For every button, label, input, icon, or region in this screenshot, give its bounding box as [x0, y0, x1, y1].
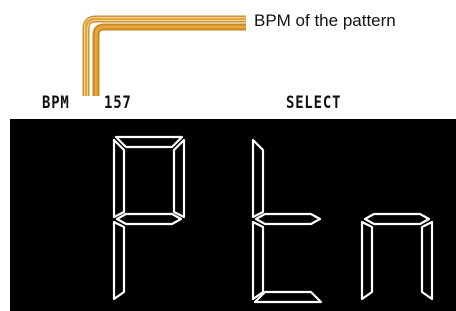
mode-indicator: SELECT — [286, 93, 342, 113]
segment-display-ptn — [112, 135, 434, 304]
segment-letter-n — [360, 212, 434, 301]
bpm-label: BPM — [42, 93, 70, 113]
lcd-screen — [10, 119, 456, 311]
bpm-value: 157 — [104, 93, 132, 113]
segment-letter-t — [251, 138, 323, 304]
segment-letter-p — [112, 135, 186, 301]
callout-label: BPM of the pattern — [254, 11, 396, 30]
